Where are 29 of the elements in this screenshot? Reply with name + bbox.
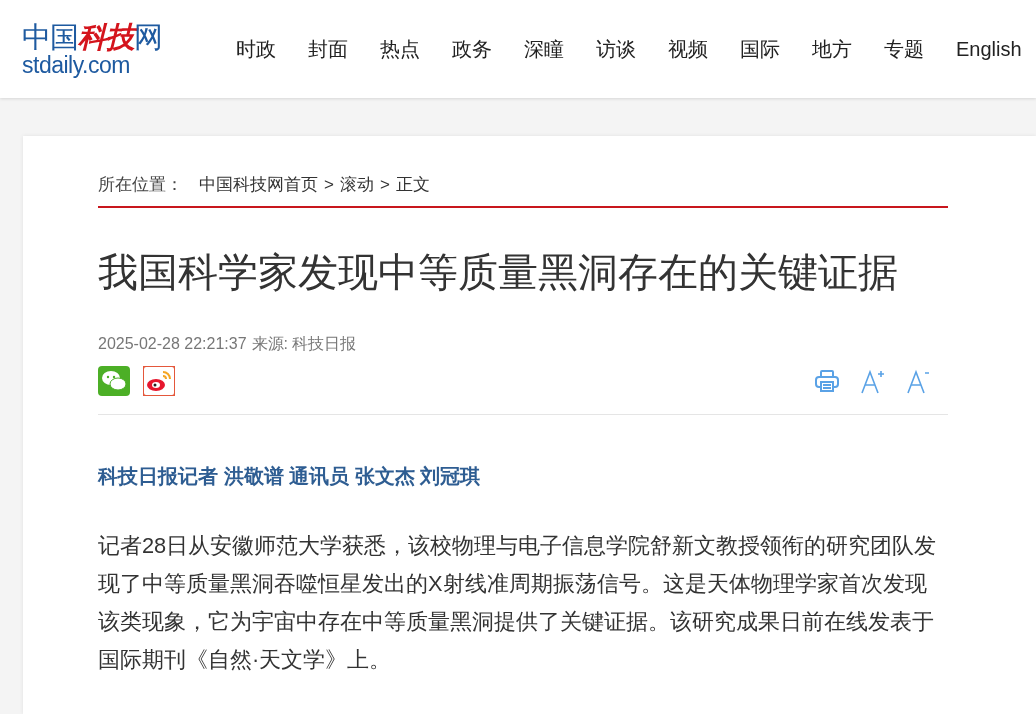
- font-decrease-icon[interactable]: [906, 368, 932, 394]
- nav-link[interactable]: 封面: [308, 34, 348, 64]
- breadcrumb-link[interactable]: 滚动: [339, 172, 374, 198]
- article-byline: 科技日报记者 洪敬谱 通讯员 张文杰 刘冠琪: [98, 464, 482, 489]
- nav-link[interactable]: English: [956, 34, 1022, 64]
- breadcrumb-separator: >: [324, 174, 334, 197]
- print-icon[interactable]: [814, 368, 840, 394]
- article-title: 我国科学家发现中等质量黑洞存在的关键证据: [98, 249, 899, 296]
- breadcrumb-label: 所在位置：: [98, 174, 183, 197]
- site-logo-domain[interactable]: stdaily.com: [22, 53, 130, 77]
- nav-link[interactable]: 热点: [380, 34, 420, 64]
- nav-link[interactable]: 专题: [884, 34, 924, 64]
- article-source: 来源: 科技日报: [251, 334, 357, 354]
- font-increase-icon[interactable]: [860, 368, 886, 394]
- site-logo-title[interactable]: 中国科技网: [22, 21, 162, 53]
- breadcrumb-current: 正文: [395, 174, 430, 197]
- wechat-share-icon[interactable]: [98, 366, 130, 396]
- nav-link[interactable]: 深瞳: [524, 34, 564, 64]
- weibo-share-icon[interactable]: [143, 366, 175, 396]
- nav-link[interactable]: 访谈: [596, 34, 636, 64]
- nav-link[interactable]: 国际: [740, 34, 780, 64]
- breadcrumb-separator: >: [379, 174, 390, 197]
- nav-link[interactable]: 视频: [668, 34, 708, 64]
- nav-link[interactable]: 时政: [236, 34, 276, 64]
- publish-time: 2025-02-28 22:21:37: [98, 334, 247, 354]
- breadcrumb-link[interactable]: 中国科技网首页: [199, 172, 318, 198]
- article-paragraph: 记者28日从安徽师范大学获悉，该校物理与电子信息学院舒新文教授领衔的研究团队发现了中等质量黑洞吞噬恒星发出的X射线准周期振荡信号。这是天体物理学家首次发现该类现象，它为宇宙中存在中等质量黑洞提供了关键证据。该研究成果日前在线发表于国际期刊《自然·天文学》上。: [98, 532, 938, 674]
- nav-link[interactable]: 政务: [452, 34, 492, 64]
- nav-link[interactable]: 地方: [812, 34, 852, 64]
